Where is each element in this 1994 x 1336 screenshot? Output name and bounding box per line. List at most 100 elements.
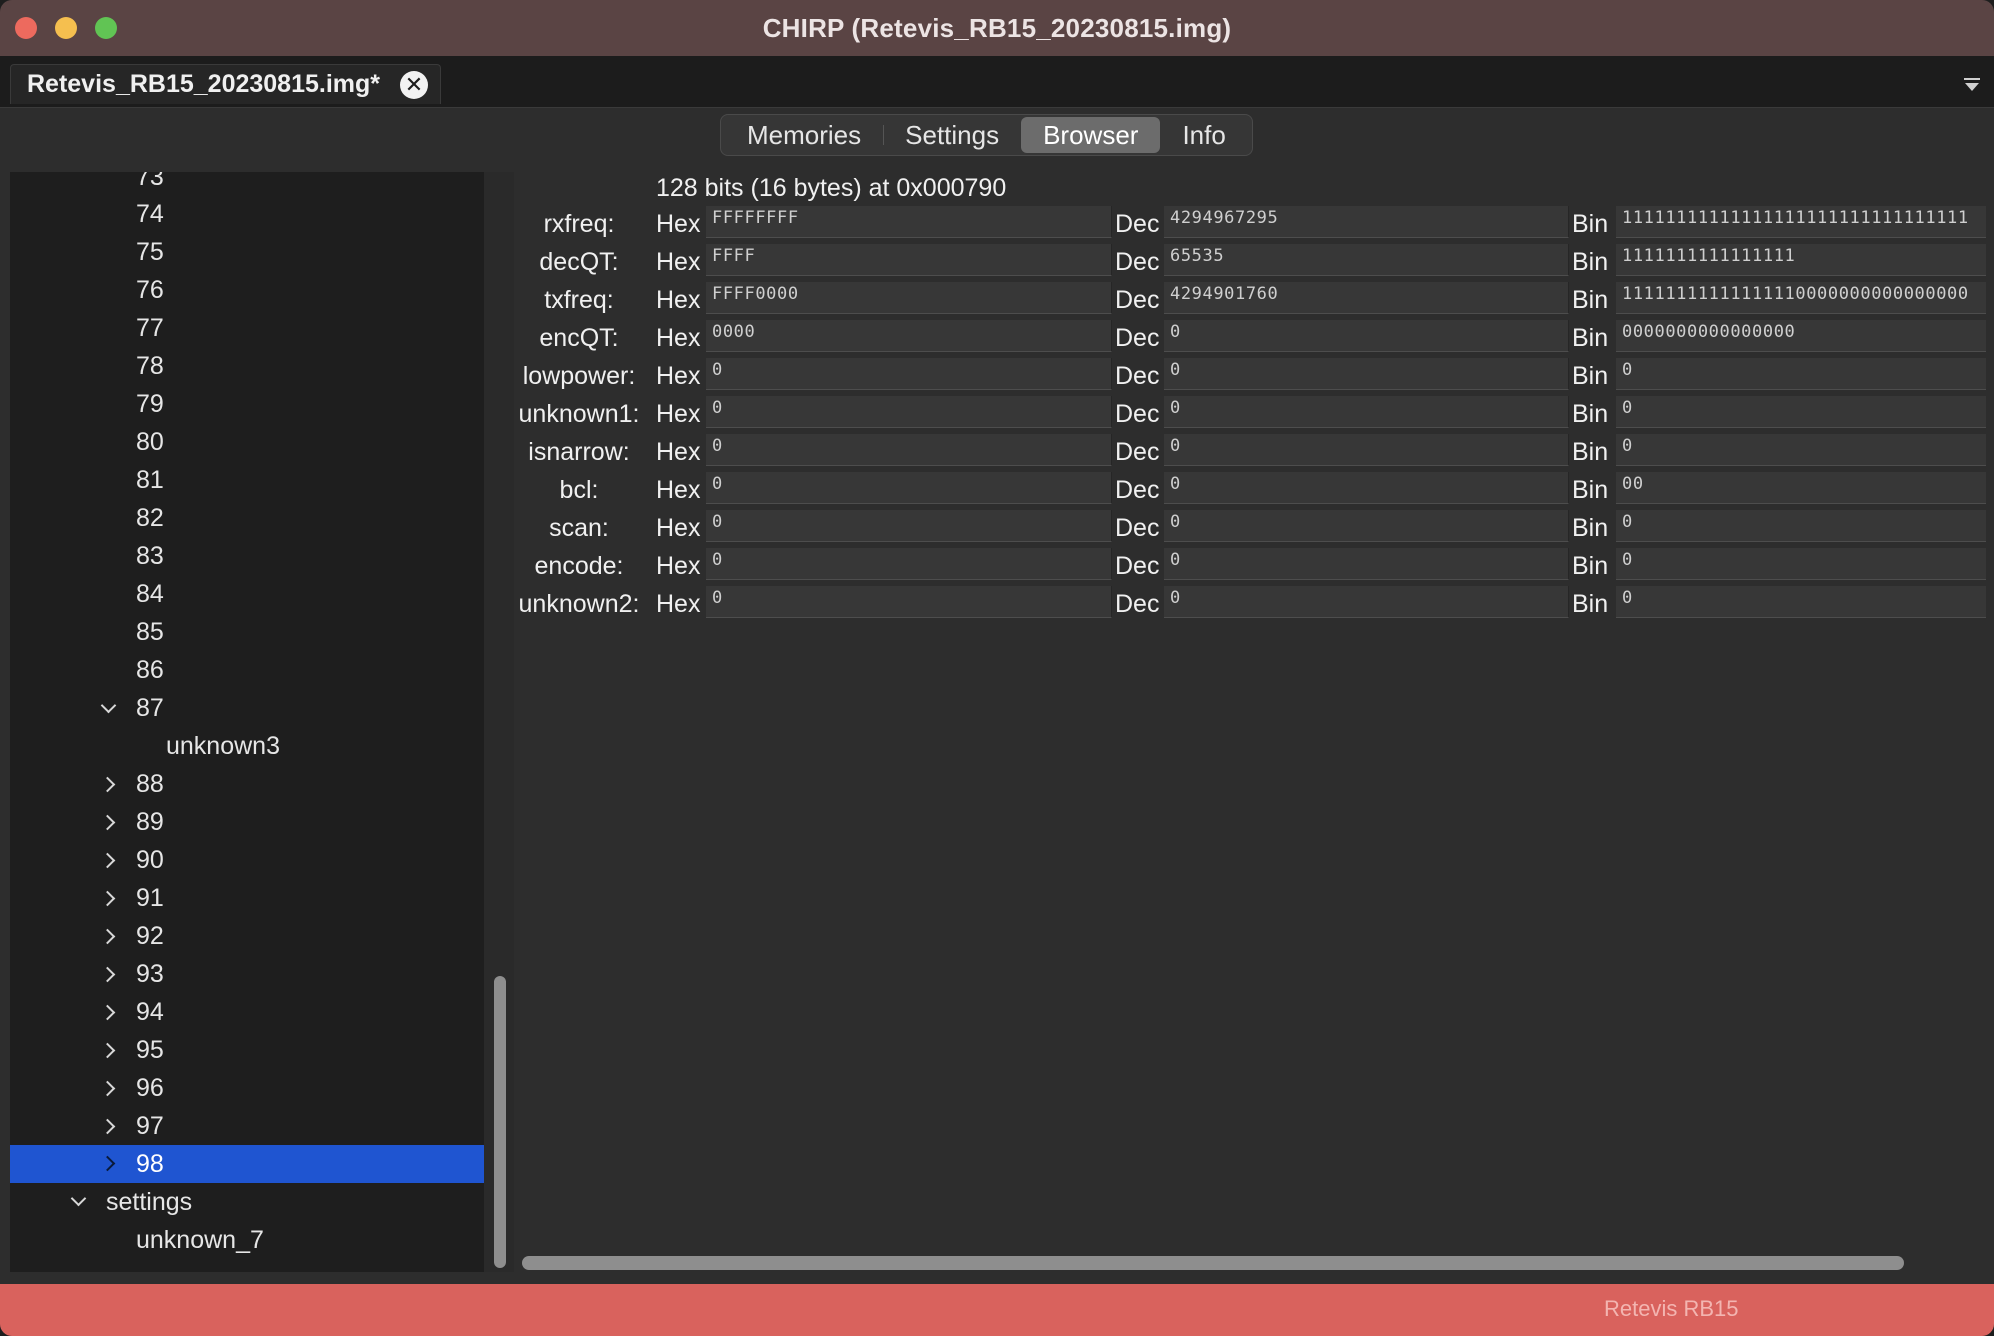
- dec-value-field[interactable]: 65535: [1164, 244, 1569, 276]
- bin-value-field[interactable]: 11111111111111110000000000000000: [1616, 282, 1986, 314]
- tree-item[interactable]: 90: [10, 842, 484, 880]
- tab-memories[interactable]: Memories: [725, 117, 883, 153]
- tree-item[interactable]: 94: [10, 994, 484, 1032]
- tree-item[interactable]: 86: [10, 652, 484, 690]
- tree-item[interactable]: 81: [10, 462, 484, 500]
- chevron-right-icon[interactable]: [102, 778, 116, 792]
- tree-item[interactable]: 87: [10, 690, 484, 728]
- chevron-down-icon[interactable]: [72, 1195, 86, 1209]
- dec-value-field[interactable]: 0: [1164, 358, 1569, 390]
- tree-item[interactable]: unknown3: [10, 728, 484, 766]
- tree-item[interactable]: 78: [10, 348, 484, 386]
- tree-item[interactable]: 91: [10, 880, 484, 918]
- tree-item[interactable]: 84: [10, 576, 484, 614]
- tree-item[interactable]: 77: [10, 310, 484, 348]
- app-window: CHIRP (Retevis_RB15_20230815.img) Retevi…: [0, 0, 1994, 1336]
- close-window-button[interactable]: [15, 17, 37, 39]
- dec-value-field[interactable]: 0: [1164, 320, 1569, 352]
- tab-settings[interactable]: Settings: [883, 117, 1021, 153]
- chevron-right-icon[interactable]: [102, 816, 116, 830]
- detail-scroll-thumb[interactable]: [522, 1256, 1904, 1270]
- tree-item[interactable]: 88: [10, 766, 484, 804]
- tree-item[interactable]: 80: [10, 424, 484, 462]
- field-name: scan:: [549, 514, 609, 542]
- tree-scroll-thumb[interactable]: [494, 976, 506, 1268]
- chevron-right-icon[interactable]: [102, 854, 116, 868]
- chevron-right-icon[interactable]: [102, 1120, 116, 1134]
- bin-value-field[interactable]: 1111111111111111: [1616, 244, 1986, 276]
- tree-item[interactable]: unknown_7: [10, 1221, 484, 1259]
- hex-value-field[interactable]: FFFF: [706, 244, 1112, 276]
- chevron-right-icon[interactable]: [102, 1157, 116, 1171]
- tree-item[interactable]: 83: [10, 538, 484, 576]
- bin-value-field[interactable]: 0: [1616, 358, 1986, 390]
- dec-value-field[interactable]: 0: [1164, 586, 1569, 618]
- field-name: unknown1:: [518, 400, 640, 428]
- chevron-right-icon[interactable]: [102, 1006, 116, 1020]
- field-name: encQT:: [539, 324, 619, 352]
- tree-item[interactable]: 82: [10, 500, 484, 538]
- dec-value-field[interactable]: 0: [1164, 510, 1569, 542]
- bin-value-field[interactable]: 11111111111111111111111111111111: [1616, 206, 1986, 238]
- field-name: unknown2:: [518, 590, 640, 618]
- tree-item[interactable]: settings: [10, 1183, 484, 1221]
- hex-value-field[interactable]: 0: [706, 586, 1112, 618]
- close-tab-icon[interactable]: ✕: [400, 70, 429, 99]
- tab-browser[interactable]: Browser: [1021, 117, 1161, 153]
- tree-item[interactable]: 73: [10, 172, 484, 196]
- tab-info[interactable]: Info: [1160, 117, 1247, 153]
- bin-value-field[interactable]: 0: [1616, 510, 1986, 542]
- tree-item[interactable]: 74: [10, 196, 484, 234]
- tree-item[interactable]: 98: [10, 1145, 484, 1184]
- tree-item-label: 76: [136, 276, 164, 305]
- bin-value-field[interactable]: 0: [1616, 548, 1986, 580]
- chevron-right-icon[interactable]: [102, 1044, 116, 1058]
- chevron-right-icon[interactable]: [102, 930, 116, 944]
- tree-item-label: 88: [136, 770, 164, 799]
- tab-list-menu-icon[interactable]: [1964, 78, 1982, 92]
- dec-value-field[interactable]: 4294901760: [1164, 282, 1569, 314]
- tree-item-label: settings: [106, 1187, 193, 1216]
- tree-item[interactable]: 93: [10, 956, 484, 994]
- hex-value-field[interactable]: FFFF0000: [706, 282, 1112, 314]
- hex-value-field[interactable]: 0: [706, 510, 1112, 542]
- tree-item[interactable]: 85: [10, 614, 484, 652]
- tree-item[interactable]: 97: [10, 1108, 484, 1146]
- bin-value-field[interactable]: 0: [1616, 434, 1986, 466]
- bin-value-field[interactable]: 00: [1616, 472, 1986, 504]
- bin-value-field[interactable]: 0: [1616, 396, 1986, 428]
- hex-value-field[interactable]: 0000: [706, 320, 1112, 352]
- tree-item-label: 87: [136, 694, 164, 723]
- chevron-right-icon[interactable]: [102, 968, 116, 982]
- hex-value-field[interactable]: 0: [706, 396, 1112, 428]
- tree-item[interactable]: 76: [10, 272, 484, 310]
- dec-value-field[interactable]: 0: [1164, 434, 1569, 466]
- bin-value-field[interactable]: 0: [1616, 586, 1986, 618]
- hex-label: Hex: [656, 362, 701, 390]
- dec-value-field[interactable]: 4294967295: [1164, 206, 1569, 238]
- hex-label: Hex: [656, 248, 701, 276]
- tree-item[interactable]: 89: [10, 804, 484, 842]
- tree-item-label: 74: [136, 200, 164, 229]
- maximize-window-button[interactable]: [95, 17, 117, 39]
- file-tab[interactable]: Retevis_RB15_20230815.img* ✕: [10, 64, 442, 104]
- dec-value-field[interactable]: 0: [1164, 548, 1569, 580]
- tree-item[interactable]: 75: [10, 234, 484, 272]
- tree-item[interactable]: 92: [10, 918, 484, 956]
- hex-value-field[interactable]: 0: [706, 548, 1112, 580]
- chevron-right-icon[interactable]: [102, 892, 116, 906]
- chevron-right-icon[interactable]: [102, 1082, 116, 1096]
- hex-value-field[interactable]: FFFFFFFF: [706, 206, 1112, 238]
- chevron-down-icon[interactable]: [102, 702, 116, 716]
- dec-value-field[interactable]: 0: [1164, 396, 1569, 428]
- hex-value-field[interactable]: 0: [706, 434, 1112, 466]
- bin-value-field[interactable]: 0000000000000000: [1616, 320, 1986, 352]
- dec-value-field[interactable]: 0: [1164, 472, 1569, 504]
- minimize-window-button[interactable]: [55, 17, 77, 39]
- tree-item[interactable]: 96: [10, 1070, 484, 1108]
- tree-item[interactable]: 79: [10, 386, 484, 424]
- hex-value-field[interactable]: 0: [706, 358, 1112, 390]
- dec-label: Dec: [1115, 476, 1160, 504]
- hex-value-field[interactable]: 0: [706, 472, 1112, 504]
- tree-item[interactable]: 95: [10, 1032, 484, 1070]
